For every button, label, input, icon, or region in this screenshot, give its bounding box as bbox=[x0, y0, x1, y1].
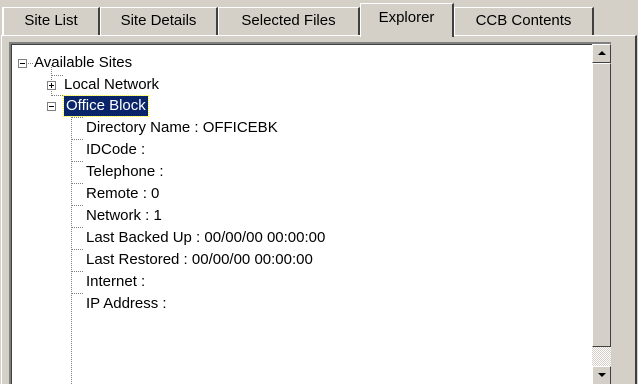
tree-guide-line bbox=[72, 271, 84, 272]
tree-node-local-network[interactable]: Local Network bbox=[64, 75, 159, 95]
tree-guide-line bbox=[72, 161, 84, 162]
tree-node-label: Office Block bbox=[66, 97, 146, 114]
detail-text: Telephone : bbox=[86, 163, 164, 180]
tab-label: Site List bbox=[24, 12, 78, 29]
tab-label: CCB Contents bbox=[475, 12, 572, 29]
tree-detail-item[interactable]: Last Restored : 00/00/00 00:00:00 bbox=[86, 250, 313, 270]
tab-site-list[interactable]: Site List bbox=[2, 7, 100, 35]
tree-detail-item[interactable]: Telephone : bbox=[86, 162, 164, 182]
tree-guide-line bbox=[72, 183, 84, 184]
detail-text: Directory Name : OFFICEBK bbox=[86, 119, 278, 136]
tree-detail-item[interactable]: Internet : bbox=[86, 272, 145, 292]
scroll-up-button[interactable] bbox=[592, 44, 611, 63]
tree-detail-item[interactable]: IP Address : bbox=[86, 294, 167, 314]
tree-detail-item[interactable]: Remote : 0 bbox=[86, 184, 159, 204]
tree-content: Available Sites Local Network Office Blo… bbox=[11, 44, 592, 384]
tree-detail-item[interactable]: Directory Name : OFFICEBK bbox=[86, 118, 278, 138]
tab-selected-files[interactable]: Selected Files bbox=[218, 7, 360, 35]
arrow-up-icon bbox=[598, 51, 606, 55]
tab-ccb-contents[interactable]: CCB Contents bbox=[454, 7, 594, 35]
tree-root-available-sites[interactable]: Available Sites bbox=[34, 53, 132, 73]
tree-guide-line bbox=[72, 293, 84, 294]
tree-guide-line bbox=[72, 139, 84, 140]
tree-detail-item[interactable]: IDCode : bbox=[86, 140, 145, 160]
tab-label: Explorer bbox=[378, 9, 435, 26]
detail-text: Network : 1 bbox=[86, 207, 162, 224]
tab-label: Site Details bbox=[120, 12, 197, 29]
detail-text: IDCode : bbox=[86, 141, 146, 158]
detail-text: Last Restored : 00/00/00 00:00:00 bbox=[86, 251, 313, 268]
tree-node-office-block[interactable]: Office Block bbox=[63, 95, 149, 117]
detail-text: Last Backed Up : 00/00/00 00:00:00 bbox=[86, 229, 326, 246]
tree-detail-item[interactable]: Network : 1 bbox=[86, 206, 162, 226]
tree-guide-line bbox=[52, 75, 64, 76]
detail-text: Remote : 0 bbox=[86, 185, 160, 202]
scrollbar-thumb[interactable] bbox=[592, 63, 611, 347]
tab-explorer[interactable]: Explorer bbox=[360, 3, 454, 37]
expand-icon[interactable] bbox=[47, 81, 56, 90]
tree-guide-line bbox=[72, 249, 84, 250]
explorer-window: Site List Site Details Selected Files Ex… bbox=[0, 0, 638, 384]
tree-guide-line bbox=[52, 95, 64, 96]
tree-guide-line bbox=[71, 105, 72, 384]
tree-detail-item[interactable]: Last Backed Up : 00/00/00 00:00:00 bbox=[86, 228, 325, 248]
detail-text: Internet : bbox=[86, 273, 146, 290]
collapse-icon[interactable] bbox=[18, 59, 27, 68]
explorer-pane: Available Sites Local Network Office Blo… bbox=[1, 35, 637, 384]
tab-label: Selected Files bbox=[241, 12, 336, 29]
vertical-scrollbar[interactable] bbox=[592, 44, 611, 384]
tree-guide-line bbox=[72, 117, 84, 118]
tree-node-label: Available Sites bbox=[34, 54, 133, 71]
detail-text: IP Address : bbox=[86, 295, 167, 312]
tab-site-details[interactable]: Site Details bbox=[100, 7, 218, 35]
collapse-icon[interactable] bbox=[47, 102, 56, 111]
tree-guide-line bbox=[72, 205, 84, 206]
tree-guide-line bbox=[72, 227, 84, 228]
arrow-down-icon bbox=[598, 373, 606, 377]
tree-node-label: Local Network bbox=[64, 76, 160, 93]
tree-guide-line bbox=[28, 63, 33, 64]
site-tree-view[interactable]: Available Sites Local Network Office Blo… bbox=[9, 42, 611, 384]
scroll-down-button[interactable] bbox=[592, 366, 611, 384]
